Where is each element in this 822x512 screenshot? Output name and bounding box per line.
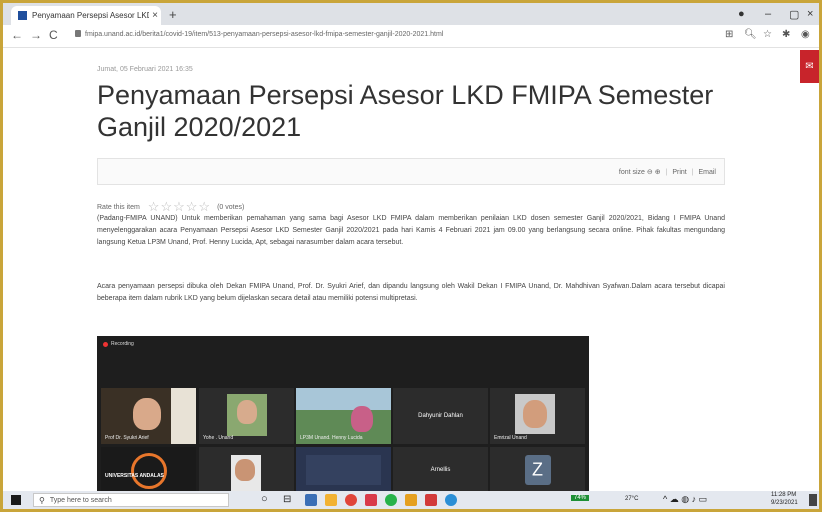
participant-face (235, 459, 255, 481)
video-tile: Yohe . Unand (199, 388, 294, 444)
vlc-app-icon[interactable] (405, 494, 417, 506)
notification-icon[interactable] (809, 494, 817, 506)
print-link[interactable]: Print (672, 169, 686, 176)
minimize-button[interactable]: – (765, 8, 771, 20)
browser-toolbar: ← → C fmipa.unand.ac.id/berita1/covid-19… (3, 25, 819, 48)
article-date: Jumat, 05 Februari 2021 16:35 (97, 66, 193, 73)
mail-icon: ✉ (805, 61, 814, 72)
browser-tab[interactable]: Penyamaan Persepsi Asesor LKD × (11, 6, 161, 25)
participant-name: Yohe . Unand (203, 435, 234, 441)
reload-button[interactable]: C (49, 28, 58, 42)
recording-dot-icon (103, 341, 108, 347)
video-tile: LP3M Unand. Henny Lucida (296, 388, 391, 444)
article-title: Penyamaan Persepsi Asesor LKD FMIPA Seme… (97, 80, 714, 142)
participant-face (237, 400, 257, 424)
address-bar[interactable]: fmipa.unand.ac.id/berita1/covid-19/item/… (75, 30, 443, 38)
lock-icon (75, 30, 81, 37)
account-icon[interactable]: ◉ (801, 29, 810, 40)
participant-name: Dahyunir Dahlan (418, 413, 463, 419)
url-text: fmipa.unand.ac.id/berita1/covid-19/item/… (85, 31, 444, 38)
participant-name: Arnellis (430, 467, 451, 473)
weather-text[interactable]: 27°C (625, 496, 638, 502)
taskbar-search[interactable]: ⚲ Type here to search (33, 493, 229, 507)
participant-face (133, 398, 161, 430)
task-view-icon[interactable]: ⊟ (283, 494, 291, 505)
recording-indicator: Recording (103, 341, 134, 347)
file-explorer-icon[interactable] (325, 494, 337, 506)
participant-face (523, 400, 547, 428)
app-icon[interactable] (425, 494, 437, 506)
zoom-icon[interactable]: 🔍︎ (744, 29, 757, 40)
browser-app-icon[interactable] (345, 494, 357, 506)
video-tile: Arnellis (393, 447, 488, 493)
article-paragraph-2: Acara penyamaan persepsi dibuka oleh Dek… (97, 283, 725, 303)
rating-votes: (0 votes) (217, 203, 245, 211)
video-tile: Prof Dr. Syukri Arief (101, 388, 196, 444)
article-paragraph-1: (Padang-FMIPA UNAND) Untuk memberikan pe… (97, 215, 725, 247)
windows-start-icon[interactable] (11, 495, 21, 505)
favicon-icon (18, 11, 27, 20)
maximize-button[interactable]: ▢ (789, 8, 799, 21)
close-tab-icon[interactable]: × (149, 10, 161, 21)
video-tile (199, 447, 294, 493)
participant-avatar-initial: Z (532, 459, 543, 480)
video-tile: Emrizal Unand (490, 388, 585, 444)
recording-label: Recording (111, 341, 134, 347)
clock-date[interactable]: 9/23/2021 (771, 500, 798, 506)
whatsapp-app-icon[interactable] (385, 494, 397, 506)
participant-name: Emrizal Unand (494, 435, 527, 441)
video-tile (296, 447, 391, 493)
clock-time[interactable]: 11:28 PM (771, 492, 796, 498)
video-tile: UNIVERSITAS ANDALAS (101, 447, 196, 493)
font-size-label: font size (618, 169, 645, 176)
battery-indicator[interactable]: 74% (571, 495, 590, 501)
article-tools-bar: font size ⊖ ⊕ | Print | Email (97, 158, 725, 185)
participant-name: Prof Dr. Syukri Arief (105, 435, 149, 441)
new-tab-button[interactable]: + (169, 7, 177, 22)
meeting-screenshot: Recording Prof Dr. Syukri Arief Yohe . U… (97, 336, 589, 493)
pdf-app-icon[interactable] (365, 494, 377, 506)
email-link[interactable]: Email (698, 169, 716, 176)
close-window-button[interactable]: × (807, 8, 813, 20)
side-mail-tab[interactable]: ✉ (800, 50, 819, 83)
browser-tab-strip: Penyamaan Persepsi Asesor LKD × + ● – ▢ … (3, 3, 819, 25)
cortana-icon[interactable]: ○ (261, 493, 268, 505)
font-decrease-icon[interactable]: ⊖ (647, 169, 653, 176)
edge-app-icon[interactable] (445, 494, 457, 506)
windows-taskbar: ⚲ Type here to search ○ ⊟ 74% 27°C ^ ☁ ◍… (3, 491, 819, 509)
participant-face (351, 406, 373, 432)
extensions-icon[interactable]: ✱ (782, 29, 790, 40)
system-tray-icons[interactable]: ^ ☁ ◍ ♪ ▭ (663, 494, 707, 505)
participant-name: LP3M Unand. Henny Lucida (300, 435, 363, 441)
profile-icon[interactable]: ● (738, 8, 745, 20)
forward-button[interactable]: → (30, 28, 42, 42)
rate-label: Rate this item (97, 203, 140, 211)
video-tile: Z (490, 447, 585, 493)
translate-icon[interactable]: ⊞ (725, 29, 733, 40)
browser-tab-title: Penyamaan Persepsi Asesor LKD (32, 11, 149, 20)
search-icon: ⚲ (39, 495, 45, 505)
bookmark-star-icon[interactable]: ☆ (763, 29, 772, 40)
search-placeholder: Type here to search (49, 496, 112, 504)
word-app-icon[interactable] (305, 494, 317, 506)
font-increase-icon[interactable]: ⊕ (655, 169, 661, 176)
video-tile: Dahyunir Dahlan (393, 388, 488, 444)
back-button[interactable]: ← (11, 28, 23, 42)
university-banner: UNIVERSITAS ANDALAS (105, 473, 164, 479)
